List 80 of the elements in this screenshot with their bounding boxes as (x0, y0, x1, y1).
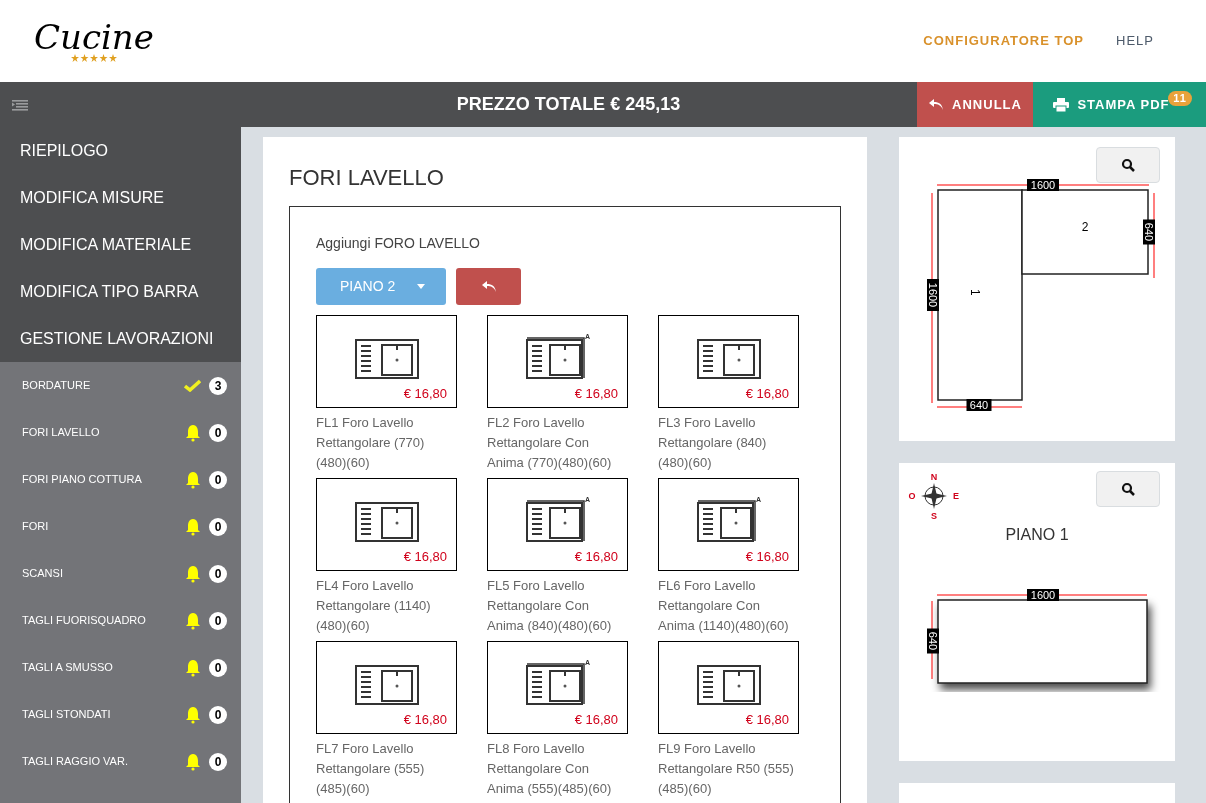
option-label: FL3 Foro Lavello Rettangolare (840) (480)(60) (658, 414, 768, 472)
bell-icon (185, 752, 201, 771)
sidebar-subitem[interactable]: TAGLI RAGGIO VAR. 0 (0, 738, 241, 785)
price-label: € 16,80 (745, 710, 790, 729)
bell-icon (185, 705, 201, 724)
price-label: € 16,80 (745, 384, 790, 403)
sink-option-card[interactable]: € 16,80 (316, 641, 457, 734)
price-label: € 16,80 (574, 384, 619, 403)
sidebar-subitem[interactable]: TAGLI A SMUSSO 0 (0, 644, 241, 691)
option-label: FL2 Foro Lavello Rettangolare Con Anima (770)(480)(60) (487, 414, 613, 472)
printer-icon (1053, 97, 1070, 112)
sink-option-card[interactable]: € 16,80 (316, 315, 457, 408)
option-label: FL5 Foro Lavello Rettangolare Con Anima (840)(480)(60) (487, 577, 613, 635)
bell-icon (185, 611, 201, 630)
layout-drawing: 1 2 1600 1600 640 640 (899, 173, 1175, 433)
section-title: FORI LAVELLO (289, 164, 445, 192)
bell-icon (185, 470, 201, 489)
dimension-label: 1600 (927, 279, 939, 311)
count-badge: 0 (209, 658, 227, 677)
dimension-label: 640 (1143, 219, 1155, 245)
sidebar-item[interactable]: MODIFICA MISURE (0, 174, 241, 221)
option-label: FL6 Foro Lavello Rettangolare Con Anima (1140)(480)(60) (658, 577, 790, 635)
price-label: € 16,80 (745, 547, 790, 566)
dimension-label: 1600 (1027, 589, 1059, 602)
option-label: FL9 Foro Lavello Rettangolare R50 (555) (485)(60) (658, 740, 795, 798)
undo-button[interactable]: ANNULLA (917, 82, 1033, 127)
sidebar-subitem[interactable]: SCANSI 0 (0, 550, 241, 597)
sink-option-card[interactable]: € 16,80 (658, 641, 799, 734)
count-badge: 0 (209, 752, 227, 771)
undo-icon (928, 98, 945, 111)
check-icon (184, 379, 201, 392)
logo: Cucine (34, 20, 154, 62)
option-label: FL7 Foro Lavello Rettangolare (555) (485)(60) (316, 740, 426, 798)
price-label: € 16,80 (403, 384, 448, 403)
price-label: € 16,80 (403, 710, 448, 729)
plan-title: PIANO 1 (1004, 525, 1070, 546)
undo-icon (480, 280, 497, 293)
count-badge: 0 (209, 470, 227, 489)
search-icon (1121, 158, 1135, 172)
stars-icon (70, 54, 117, 62)
sidebar-item[interactable]: MODIFICA TIPO BARRA (0, 268, 241, 315)
sidebar-subitem[interactable]: FORI LAVELLO 0 (0, 409, 241, 456)
bell-icon (185, 564, 201, 583)
price-label: € 16,80 (574, 547, 619, 566)
count-badge: 0 (209, 705, 227, 724)
zoom-button[interactable] (1096, 471, 1160, 508)
bell-icon (185, 658, 201, 677)
price-label: € 16,80 (574, 710, 619, 729)
dimension-label: 640 (927, 628, 939, 654)
caret-icon (417, 284, 426, 289)
option-label: FL8 Foro Lavello Rettangolare Con Anima (555)(485)(60) (487, 740, 613, 798)
sidebar-subitem[interactable]: TAGLI STONDATI 0 (0, 691, 241, 738)
notification-badge: 11 (1168, 91, 1192, 106)
sidebar-item[interactable]: RIEPILOGO (0, 127, 241, 174)
price-label: € 16,80 (403, 547, 448, 566)
search-icon (1121, 482, 1135, 497)
zoom-button[interactable] (1096, 147, 1160, 183)
dimension-label: 640 (966, 399, 992, 411)
count-badge: 0 (209, 564, 227, 583)
sidebar-subitem[interactable]: BORDATURE 3 (0, 362, 241, 409)
count-badge: 0 (209, 517, 227, 536)
menu-icon (12, 98, 28, 111)
count-badge: 3 (209, 376, 227, 395)
sidebar-item[interactable]: GESTIONE LAVORAZIONI (0, 315, 241, 362)
sink-option-card[interactable]: € 16,80 (658, 315, 799, 408)
bell-icon (185, 517, 201, 536)
count-badge: 0 (209, 611, 227, 630)
sidebar-subitem[interactable]: TAGLI FUORISQUADRO 0 (0, 597, 241, 644)
panel-title: Aggiungi FORO LAVELLO (316, 234, 481, 253)
bell-icon (185, 423, 201, 442)
sidebar-subitem[interactable]: FORI PIANO COTTURA 0 (0, 456, 241, 503)
dimension-label: 1600 (1027, 179, 1059, 191)
option-label: FL4 Foro Lavello Rettangolare (1140) (480)(60) (316, 577, 432, 635)
count-badge: 0 (209, 423, 227, 442)
sink-option-card[interactable]: € 16,80 (316, 478, 457, 571)
option-label: FL1 Foro Lavello Rettangolare (770) (480)(60) (316, 414, 426, 472)
sidebar-subitem[interactable]: FORI 0 (0, 503, 241, 550)
sidebar-item[interactable]: MODIFICA MATERIALE (0, 221, 241, 268)
total-price: PREZZO TOTALE € 245,13 (456, 93, 681, 116)
nav-link[interactable]: HELP (1116, 31, 1154, 51)
